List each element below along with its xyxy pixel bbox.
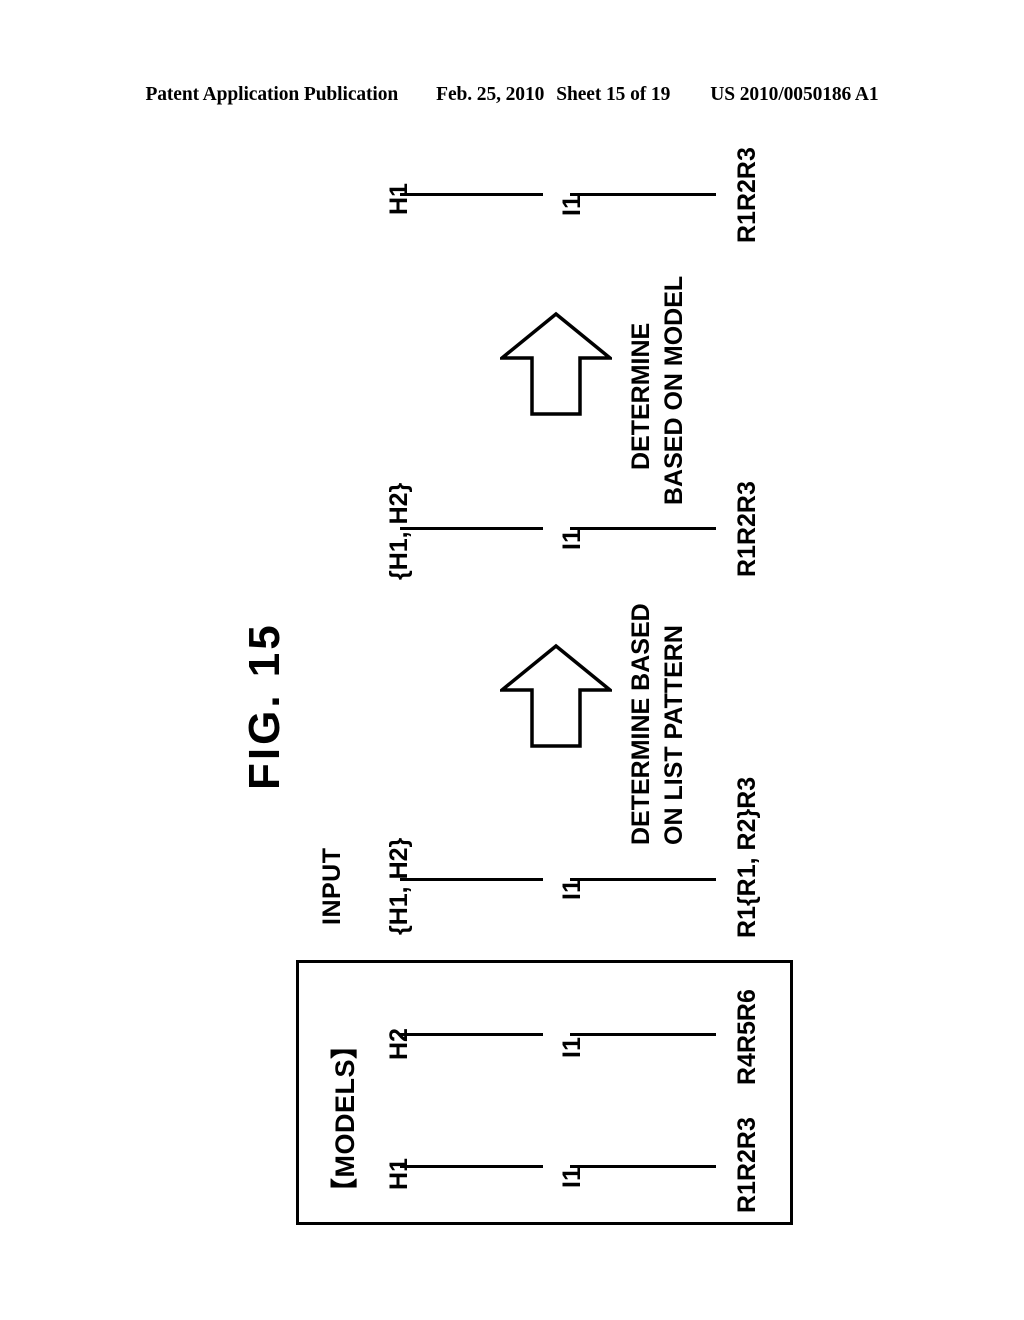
models-box-label: 【MODELS】 — [330, 1031, 360, 1205]
model-1-result: R1R2R3 — [733, 1117, 761, 1213]
list-pattern-stage-connector-right — [570, 527, 716, 530]
figure-title: FIG. 15 — [240, 622, 289, 790]
determine-list-pattern-label-line2: ON LIST PATTERN — [660, 625, 688, 845]
arrow-up-icon — [500, 643, 612, 748]
models-box — [296, 960, 793, 1225]
model-stage-result: R1R2R3 — [733, 147, 761, 243]
determine-list-pattern-label-line1: DETERMINE BASED — [627, 603, 655, 845]
determine-model-label-line2: BASED ON MODEL — [660, 275, 688, 505]
list-pattern-stage-connector-left — [400, 527, 543, 530]
model-stage-header: H1 — [385, 183, 413, 215]
determine-list-pattern-arrow — [500, 640, 612, 752]
arrow-up-icon — [500, 311, 612, 416]
model-2-result: R4R5R6 — [733, 989, 761, 1085]
model-1-connector-right — [570, 1165, 716, 1168]
figure-15: FIG. 15 【MODELS】 H1 I1 R1R2R3 H2 I1 R4R5… — [0, 0, 1024, 1320]
model-2-connector-left — [400, 1033, 543, 1036]
model-1-connector-left — [400, 1165, 543, 1168]
list-pattern-stage-result: R1R2R3 — [733, 481, 761, 577]
model-2-middle: I1 — [558, 1037, 586, 1058]
input-stage-middle: I1 — [558, 879, 586, 900]
list-pattern-stage-header: {H1, H2} — [385, 482, 413, 580]
input-stage-connector-left — [400, 878, 543, 881]
list-pattern-stage-middle: I1 — [558, 529, 586, 550]
model-stage-middle: I1 — [558, 195, 586, 216]
determine-model-label-line1: DETERMINE — [627, 322, 655, 470]
model-stage-connector-right — [570, 193, 716, 196]
model-1-middle: I1 — [558, 1167, 586, 1188]
input-stage-header: {H1, H2} — [385, 837, 413, 935]
input-stage-result: R1{R1, R2}R3 — [733, 776, 761, 938]
input-label: INPUT — [318, 847, 346, 926]
model-1-header: H1 — [385, 1158, 413, 1190]
model-2-connector-right — [570, 1033, 716, 1036]
model-stage-connector-left — [400, 193, 543, 196]
determine-model-arrow — [500, 308, 612, 420]
input-stage-connector-right — [570, 878, 716, 881]
